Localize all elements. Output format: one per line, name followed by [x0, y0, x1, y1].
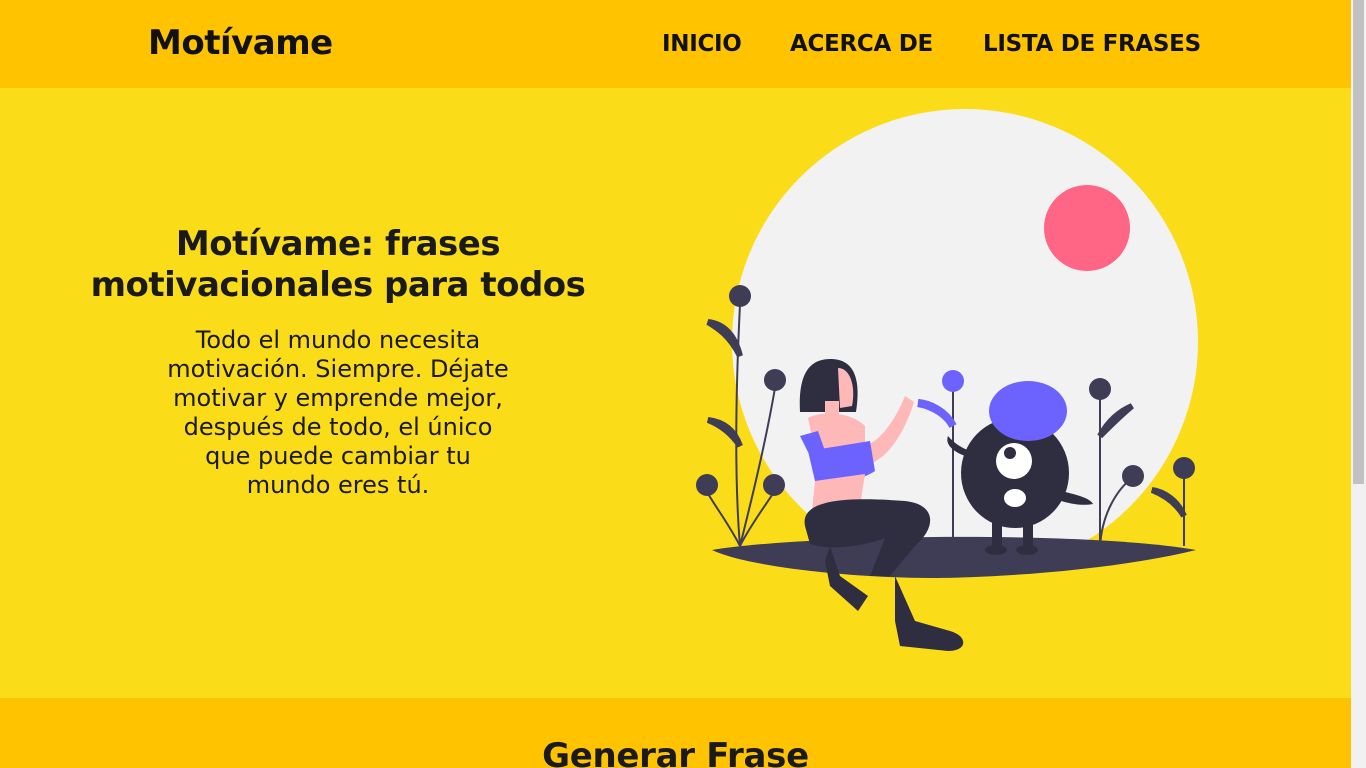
background-circle	[732, 109, 1198, 575]
page-scrollbar[interactable]	[1351, 0, 1366, 768]
nav-link-lista-de-frases[interactable]: LISTA DE FRASES	[983, 27, 1201, 61]
nav-link-acerca-de[interactable]: ACERCA DE	[790, 27, 933, 61]
hero-title: Motívame: frases motivacionales para tod…	[90, 224, 586, 305]
site-header: Motívame INICIO ACERCA DE LISTA DE FRASE…	[0, 0, 1351, 88]
hero-section: Motívame: frases motivacionales para tod…	[0, 88, 1351, 698]
generate-title: Generar Frase	[542, 736, 809, 768]
generate-section: Generar Frase	[0, 698, 1351, 768]
hero-illustration	[696, 109, 1198, 651]
scrollbar-thumb[interactable]	[1353, 0, 1364, 484]
pink-sun	[1044, 185, 1130, 271]
page: Motívame INICIO ACERCA DE LISTA DE FRASE…	[0, 0, 1366, 768]
brand-logo[interactable]: Motívame	[148, 20, 333, 66]
hero-description: Todo el mundo necesita motivación. Siemp…	[167, 326, 509, 499]
nav-link-inicio[interactable]: INICIO	[662, 27, 742, 61]
ground-platform	[712, 536, 1196, 578]
